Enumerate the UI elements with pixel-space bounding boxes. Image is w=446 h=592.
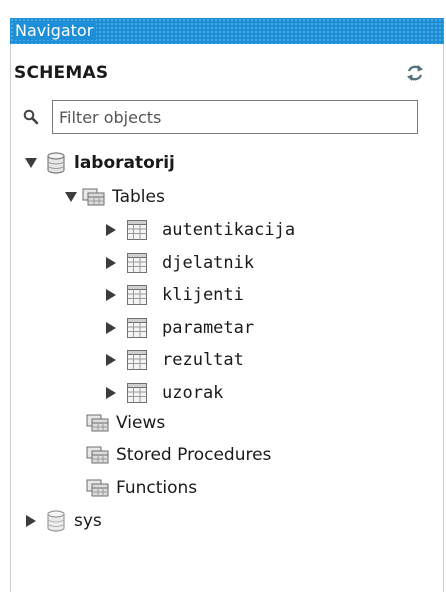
- table-row[interactable]: djelatnik: [104, 248, 254, 278]
- table-row[interactable]: klijenti: [104, 280, 244, 310]
- collapse-arrow-icon[interactable]: [64, 190, 78, 204]
- tables-label: Tables: [112, 187, 165, 207]
- expand-arrow-icon[interactable]: [24, 514, 38, 528]
- table-icon: [127, 383, 147, 403]
- table-row[interactable]: uzorak: [104, 378, 223, 408]
- filter-objects-input[interactable]: [53, 101, 417, 133]
- views-folder[interactable]: Views: [86, 408, 165, 438]
- filter-objects-field[interactable]: [52, 100, 418, 134]
- expand-arrow-icon[interactable]: [104, 386, 118, 400]
- table-icon: [127, 285, 147, 305]
- folder-icon: [86, 414, 109, 432]
- schema-sys[interactable]: sys: [24, 506, 102, 536]
- table-row[interactable]: rezultat: [104, 345, 244, 375]
- expand-arrow-icon[interactable]: [104, 288, 118, 302]
- table-row[interactable]: parametar: [104, 313, 254, 343]
- table-name: autentikacija: [162, 220, 296, 240]
- navigator-title: Navigator: [14, 21, 97, 40]
- navigator-title-bar: Navigator: [10, 18, 444, 44]
- table-icon: [127, 253, 147, 273]
- functions-label: Functions: [116, 478, 198, 498]
- schemas-header: SCHEMAS: [14, 60, 424, 86]
- table-name: rezultat: [162, 350, 244, 370]
- refresh-icon[interactable]: [404, 62, 426, 84]
- folder-icon: [86, 446, 109, 464]
- table-name: djelatnik: [162, 253, 255, 273]
- stored-procedures-label: Stored Procedures: [116, 445, 272, 465]
- database-icon: [47, 510, 65, 532]
- schema-laboratorij[interactable]: laboratorij: [24, 148, 175, 178]
- database-icon: [47, 152, 65, 174]
- schemas-title: SCHEMAS: [14, 63, 109, 83]
- expand-arrow-icon[interactable]: [104, 223, 118, 237]
- stored-procedures-folder[interactable]: Stored Procedures: [86, 440, 271, 470]
- table-icon: [127, 318, 147, 338]
- expand-arrow-icon[interactable]: [104, 321, 118, 335]
- schema-name: sys: [74, 511, 102, 531]
- table-row[interactable]: autentikacija: [104, 215, 295, 245]
- expand-arrow-icon[interactable]: [104, 256, 118, 270]
- views-label: Views: [116, 413, 166, 433]
- folder-icon: [86, 479, 109, 497]
- tables-folder[interactable]: Tables: [64, 182, 165, 212]
- table-name: parametar: [162, 318, 255, 338]
- table-icon: [127, 220, 147, 240]
- schema-name: laboratorij: [74, 153, 175, 173]
- functions-folder[interactable]: Functions: [86, 473, 197, 503]
- search-icon: [23, 109, 39, 125]
- table-name: uzorak: [162, 383, 224, 403]
- collapse-arrow-icon[interactable]: [24, 156, 38, 170]
- table-name: klijenti: [162, 285, 244, 305]
- table-icon: [127, 350, 147, 370]
- folder-icon: [82, 188, 105, 206]
- expand-arrow-icon[interactable]: [104, 353, 118, 367]
